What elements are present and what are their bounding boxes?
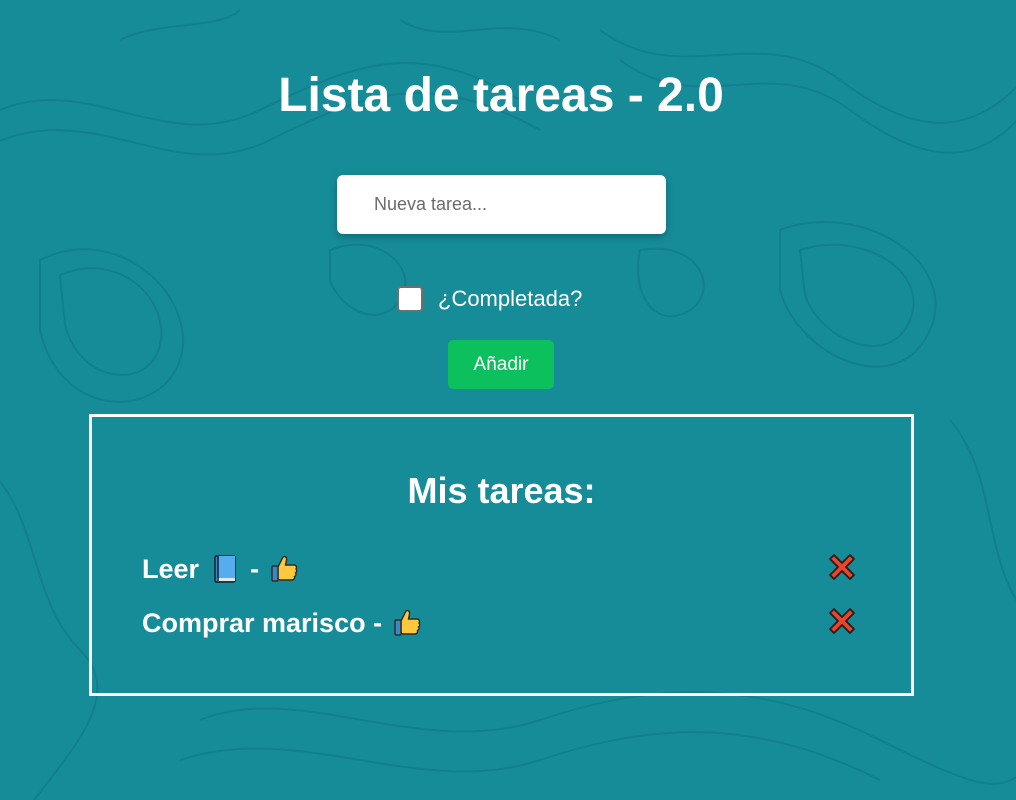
- thumbs-up-icon: [393, 609, 421, 636]
- task-name: Comprar marisco: [142, 607, 366, 638]
- task-item: Comprar marisco -: [142, 601, 862, 641]
- new-task-input[interactable]: [337, 175, 666, 234]
- thumbs-up-icon: [270, 555, 297, 582]
- task-name: Leer: [142, 553, 200, 584]
- delete-task-button[interactable]: [825, 604, 859, 638]
- completed-label: ¿Completada?: [438, 286, 583, 311]
- delete-task-button[interactable]: [825, 550, 859, 584]
- page-title: Lista de tareas - 2.0: [278, 69, 724, 122]
- page: Lista de tareas - 2.0 ¿Completada? Añadi…: [0, 0, 1016, 800]
- tasks-panel: Mis tareas: Leer - Comprar marisco -: [89, 414, 914, 696]
- tasks-heading: Mis tareas:: [407, 470, 596, 511]
- add-task-button[interactable]: Añadir: [448, 340, 554, 389]
- cross-mark-icon: [829, 554, 855, 580]
- cross-mark-icon: [829, 608, 855, 634]
- completed-checkbox[interactable]: [397, 286, 423, 312]
- completed-toggle-row: ¿Completada?: [397, 284, 582, 314]
- task-text: Comprar marisco -: [142, 601, 426, 643]
- task-separator: -: [250, 553, 260, 584]
- task-separator: -: [373, 607, 383, 638]
- book-icon: [213, 555, 236, 583]
- task-item: Leer -: [142, 547, 862, 587]
- task-text: Leer -: [142, 547, 303, 589]
